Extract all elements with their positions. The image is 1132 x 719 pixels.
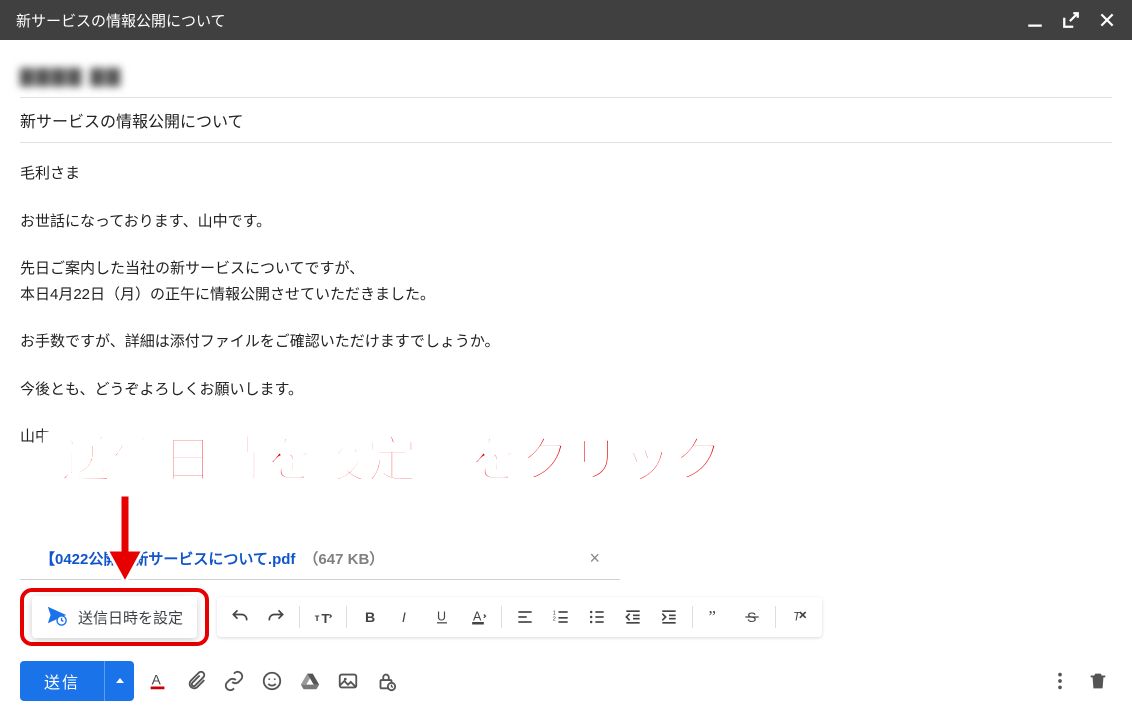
recipient-chip: ▇▇▇▇ ▇▇ — [20, 66, 122, 87]
divider — [299, 606, 300, 628]
insert-link-button[interactable] — [220, 667, 248, 695]
strikethrough-button[interactable]: S — [735, 600, 769, 634]
clear-format-button[interactable]: T — [782, 600, 816, 634]
svg-text:U: U — [437, 609, 446, 623]
redo-button[interactable] — [259, 600, 293, 634]
text-color-button[interactable]: A — [461, 600, 495, 634]
svg-text:”: ” — [709, 607, 716, 626]
compose-title: 新サービスの情報公開について — [16, 10, 226, 31]
annotation-text: ［送信日時を設定］をクリック — [10, 420, 724, 492]
send-split-button: 送信 — [20, 661, 134, 701]
underline-button[interactable]: U — [425, 600, 459, 634]
attachment-size: （647 KB） — [303, 548, 384, 569]
bold-button[interactable]: B — [353, 600, 387, 634]
attach-file-button[interactable] — [182, 667, 210, 695]
send-more-button[interactable] — [104, 661, 134, 701]
confidential-mode-button[interactable] — [372, 667, 400, 695]
divider — [775, 606, 776, 628]
svg-text:T: T — [321, 611, 329, 626]
numbered-list-button[interactable]: 12 — [544, 600, 578, 634]
annotation-highlight: 送信日時を設定 — [20, 588, 209, 646]
schedule-send-menu-item[interactable]: 送信日時を設定 — [32, 596, 197, 638]
format-toggle-button[interactable]: A — [144, 667, 172, 695]
message-body[interactable]: 毛利さま お世話になっております、山中です。 先日ご案内した当社の新サービスにつ… — [20, 143, 1112, 450]
annotation-arrow — [105, 495, 145, 588]
minimize-button[interactable] — [1026, 11, 1044, 29]
align-button[interactable] — [508, 600, 542, 634]
close-button[interactable] — [1098, 11, 1116, 29]
svg-text:A: A — [473, 609, 482, 623]
divider — [501, 606, 502, 628]
format-toolbar: тT B I U A 12 ” S T — [217, 597, 822, 637]
divider — [692, 606, 693, 628]
quote-button[interactable]: ” — [699, 600, 733, 634]
bullet-list-button[interactable] — [580, 600, 614, 634]
insert-image-button[interactable] — [334, 667, 362, 695]
body-line: 毛利さま — [20, 161, 1112, 187]
italic-button[interactable]: I — [389, 600, 423, 634]
svg-text:т: т — [315, 613, 320, 624]
svg-text:S: S — [747, 610, 756, 626]
svg-text:2: 2 — [553, 616, 556, 622]
schedule-send-icon — [46, 604, 68, 630]
schedule-send-label: 送信日時を設定 — [78, 607, 183, 628]
compose-titlebar: 新サービスの情報公開について — [0, 0, 1132, 40]
recipients-field[interactable]: ▇▇▇▇ ▇▇ — [20, 56, 1112, 98]
attachment-name: 【0422公開】新サービスについて.pdf — [40, 548, 295, 569]
body-line: お手数ですが、詳細は添付ファイルをご確認いただけますでしょうか。 — [20, 329, 1112, 355]
insert-drive-button[interactable] — [296, 667, 324, 695]
body-line: 今後とも、どうぞよろしくお願いします。 — [20, 377, 1112, 403]
body-line: 先日ご案内した当社の新サービスについてですが、 本日4月22日（月）の正午に情報… — [20, 256, 1112, 307]
indent-less-button[interactable] — [616, 600, 650, 634]
body-line: お世話になっております、山中です。 — [20, 209, 1112, 235]
font-size-button[interactable]: тT — [306, 600, 340, 634]
discard-draft-button[interactable] — [1084, 667, 1112, 695]
popout-button[interactable] — [1062, 11, 1080, 29]
svg-text:I: I — [402, 610, 406, 626]
attachment-remove-icon[interactable]: × — [589, 548, 600, 569]
more-options-button[interactable] — [1046, 667, 1074, 695]
insert-emoji-button[interactable] — [258, 667, 286, 695]
svg-text:B: B — [365, 610, 375, 626]
subject-field[interactable]: 新サービスの情報公開について — [20, 98, 1112, 143]
subject-text: 新サービスの情報公開について — [20, 114, 244, 131]
undo-button[interactable] — [223, 600, 257, 634]
send-button[interactable]: 送信 — [20, 661, 104, 701]
indent-more-button[interactable] — [652, 600, 686, 634]
divider — [346, 606, 347, 628]
svg-text:A: A — [152, 673, 162, 688]
